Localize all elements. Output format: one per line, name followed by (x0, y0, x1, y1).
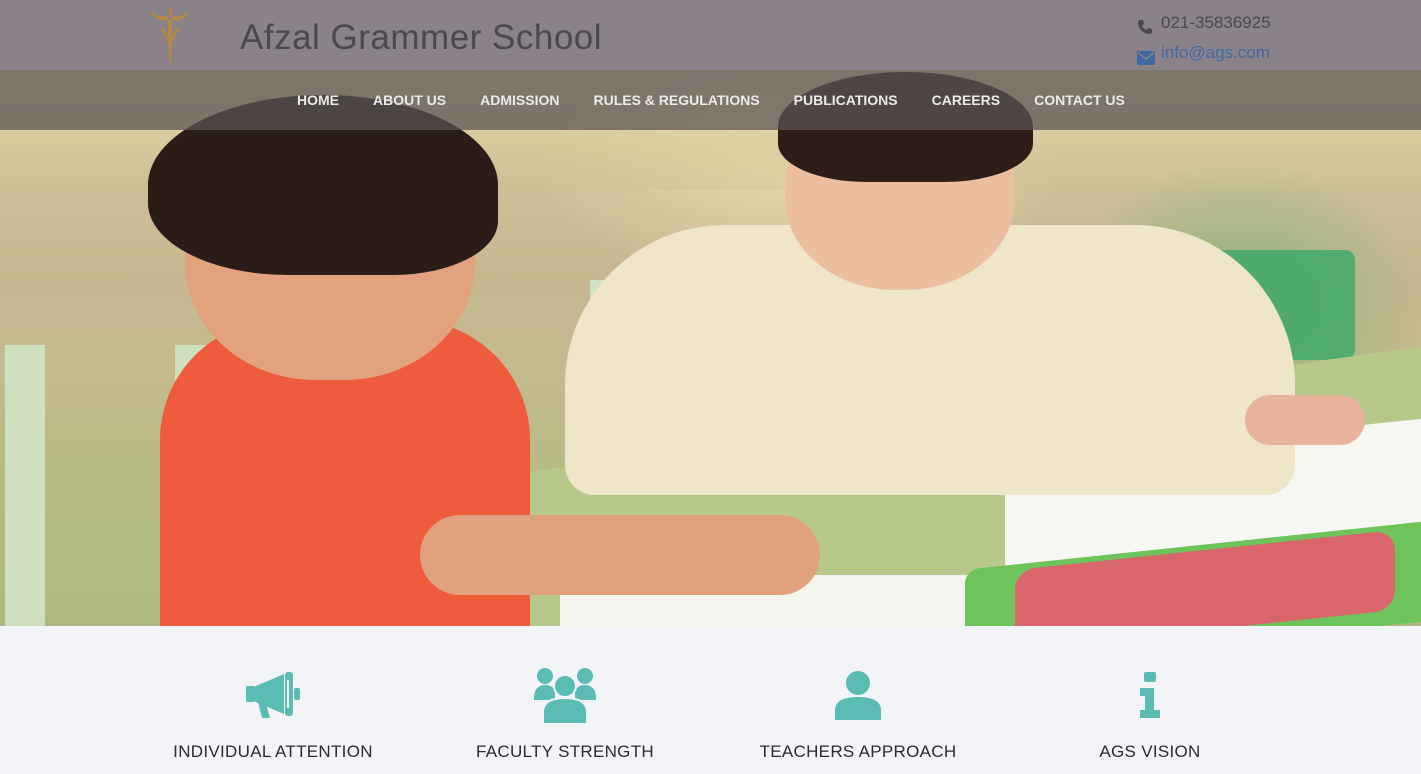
envelope-icon (1137, 45, 1157, 65)
megaphone-icon (244, 670, 302, 725)
main-navigation: HOME ABOUT US ADMISSION RULES & REGULATI… (0, 70, 1421, 130)
features-section: INDIVIDUAL ATTENTION FACULTY STRENGTH TE… (0, 626, 1421, 774)
phone-icon (1137, 15, 1157, 34)
nav-item-publications[interactable]: PUBLICATIONS (777, 92, 915, 108)
info-icon (1139, 671, 1161, 723)
user-icon (835, 670, 881, 725)
nav-item-rules-regulations[interactable]: RULES & REGULATIONS (576, 92, 776, 108)
school-crest-icon[interactable] (148, 6, 192, 64)
email-link[interactable]: info@ags.com (1161, 38, 1270, 68)
feature-label: FACULTY STRENGTH (476, 742, 654, 761)
school-name-title[interactable]: Afzal Grammer School (240, 18, 602, 58)
feature-label: AGS VISION (1099, 742, 1201, 761)
page: Afzal Grammer School 021-35836925 info@a… (0, 0, 1421, 774)
email-row: info@ags.com (1137, 38, 1297, 68)
nav-item-about-us[interactable]: ABOUT US (356, 92, 463, 108)
phone-number[interactable]: 021-35836925 (1161, 8, 1271, 38)
site-header: Afzal Grammer School 021-35836925 info@a… (0, 0, 1421, 70)
feature-faculty-strength[interactable]: FACULTY STRENGTH (415, 666, 715, 762)
feature-label: INDIVIDUAL ATTENTION (173, 742, 373, 761)
contact-info: 021-35836925 info@ags.com (1137, 8, 1297, 68)
nav-item-home[interactable]: HOME (280, 92, 356, 108)
nav-item-admission[interactable]: ADMISSION (463, 92, 576, 108)
nav-item-careers[interactable]: CAREERS (915, 92, 1017, 108)
feature-teachers-approach[interactable]: TEACHERS APPROACH (708, 666, 1008, 762)
phone-row: 021-35836925 (1137, 8, 1297, 38)
nav-item-contact-us[interactable]: CONTACT US (1017, 92, 1142, 108)
group-icon (534, 666, 596, 729)
nav-menu: HOME ABOUT US ADMISSION RULES & REGULATI… (280, 70, 1142, 130)
feature-individual-attention[interactable]: INDIVIDUAL ATTENTION (123, 666, 423, 762)
feature-ags-vision[interactable]: AGS VISION (1000, 666, 1300, 762)
feature-label: TEACHERS APPROACH (759, 742, 957, 761)
